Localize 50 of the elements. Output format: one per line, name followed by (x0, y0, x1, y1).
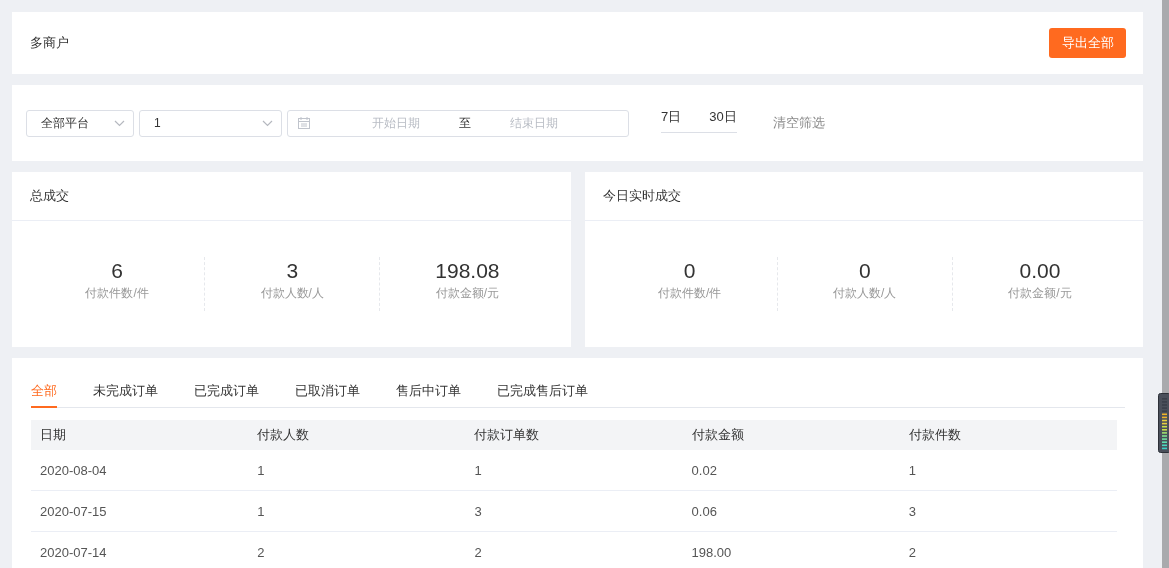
table-cell: 0.06 (691, 503, 717, 519)
column-header: 付款人数 (257, 427, 310, 442)
table-cell: 2020-07-14 (40, 544, 107, 560)
table-cell: 2 (257, 544, 265, 560)
chevron-down-icon (114, 119, 125, 127)
platform-dropdown[interactable]: 全部平台 (26, 109, 134, 137)
page-title: 多商户 (30, 34, 69, 52)
date-range-field[interactable]: 开始日期 至 结束日期 (287, 109, 629, 137)
metric-label: 付款金额/元 (1008, 285, 1072, 302)
table-cell: 198.00 (691, 544, 732, 560)
order-tab[interactable]: 已取消订单 (295, 382, 360, 408)
metric-value: 0 (683, 258, 696, 284)
table-cell: 1 (908, 462, 916, 478)
metric-value: 0.00 (1019, 258, 1061, 284)
table-cell: 1 (257, 462, 265, 478)
metric-value: 0 (858, 258, 871, 284)
table-cell: 3 (908, 503, 916, 519)
metric-value: 198.08 (435, 258, 500, 284)
order-tab[interactable]: 已完成订单 (194, 382, 259, 408)
chevron-down-icon (262, 119, 273, 127)
column-header: 付款件数 (908, 427, 961, 442)
table-cell: 3 (474, 503, 482, 519)
column-header: 日期 (40, 427, 66, 442)
metric-label: 付款人数/人 (260, 285, 324, 302)
order-tab[interactable]: 售后中订单 (396, 382, 461, 408)
column-header: 付款金额 (691, 427, 744, 442)
table-cell: 2020-08-04 (40, 462, 107, 478)
metric-label: 付款人数/人 (833, 285, 897, 302)
store-dropdown[interactable]: 1 (139, 109, 282, 137)
clear-filters-link[interactable]: 清空筛选 (772, 114, 825, 132)
date-range-option[interactable]: 30日 (709, 107, 737, 126)
metric-label: 付款件数/件 (85, 285, 149, 302)
table-cell: 0.02 (691, 462, 717, 478)
metric-value: 3 (286, 258, 299, 284)
column-header: 付款订单数 (474, 427, 540, 442)
table-cell: 2020-07-15 (40, 503, 107, 519)
card-title: 今日实时成交 (602, 187, 681, 205)
metric-label: 付款金额/元 (435, 285, 500, 302)
metric-value: 6 (111, 258, 123, 284)
card-title: 总成交 (30, 187, 69, 205)
calendar-icon (298, 117, 310, 129)
table-cell: 2 (474, 544, 482, 560)
table-cell: 1 (257, 503, 265, 519)
order-tab[interactable]: 已完成售后订单 (497, 382, 588, 408)
level-meter-drawing (1158, 393, 1169, 453)
table-cell: 2 (908, 544, 916, 560)
metric-label: 付款件数/件 (657, 285, 722, 302)
date-range-option[interactable]: 7日 (661, 107, 682, 126)
order-tab[interactable]: 未完成订单 (93, 382, 158, 408)
table-cell: 1 (474, 462, 482, 478)
